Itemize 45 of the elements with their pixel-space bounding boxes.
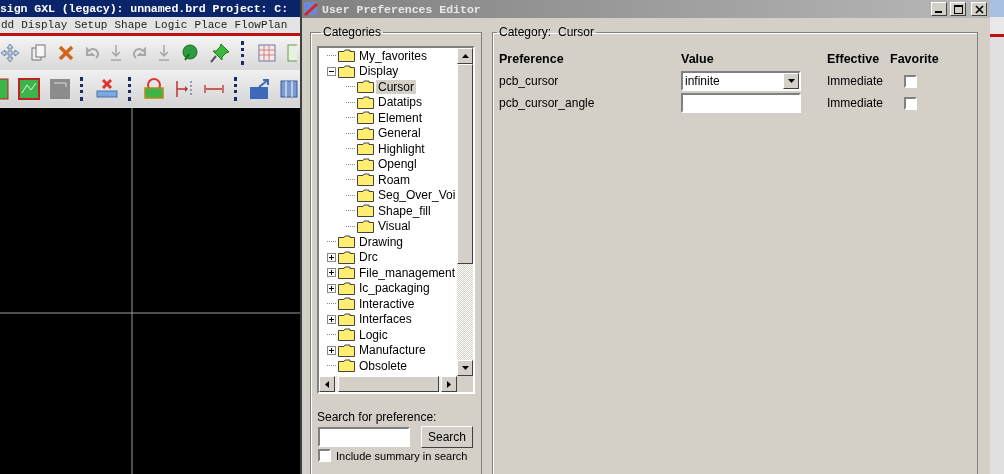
tree-item[interactable]: File_management — [357, 265, 457, 280]
tree-item[interactable]: Logic — [357, 327, 390, 342]
tree-item[interactable]: Cursor — [376, 79, 416, 94]
tree-item[interactable]: Interfaces — [357, 312, 414, 327]
tree-item[interactable]: Seg_Over_Voi — [376, 188, 457, 203]
column-header: Value — [681, 52, 715, 66]
column-header: Favorite — [890, 52, 940, 66]
tree-item[interactable]: General — [376, 126, 423, 141]
search-label: Search for preference: — [317, 410, 438, 424]
tree-item[interactable]: Opengl — [376, 157, 419, 172]
tree-item[interactable]: Shape_fill — [376, 203, 433, 218]
search-button[interactable]: Search — [421, 426, 473, 448]
category-label: Category: — [499, 25, 552, 39]
effective-text: Immediate — [827, 96, 885, 110]
tree-item[interactable]: Drawing — [357, 234, 405, 249]
tree-item[interactable]: Interactive — [357, 296, 417, 311]
menu-item[interactable]: Setup — [74, 19, 108, 31]
checkbox-label: Include summary in search — [336, 449, 468, 462]
preference-name: pcb_cursor — [499, 74, 560, 88]
tree-item[interactable]: Ic_packaging — [357, 281, 432, 296]
window-title: User Preferences Editor — [322, 2, 481, 16]
tree-item[interactable]: My_favorites — [357, 48, 430, 63]
category-name: Cursor — [558, 25, 595, 39]
tree-item[interactable]: Obsolete — [357, 358, 410, 373]
tree-item[interactable]: Highlight — [376, 141, 427, 156]
value-dropdown[interactable]: infinite — [681, 71, 801, 91]
tree-item[interactable]: Visual — [376, 219, 413, 234]
menu-item[interactable]: FlowPlan — [234, 19, 288, 31]
tree-item[interactable]: Roam — [376, 172, 412, 187]
menu-item[interactable]: Place — [194, 19, 228, 31]
tree-item[interactable]: Datatips — [376, 95, 425, 110]
tree-item[interactable]: Manufacture — [357, 343, 428, 358]
menu-item[interactable]: Display — [21, 19, 68, 31]
effective-text: Immediate — [827, 74, 885, 88]
window-title: sign GXL (legacy): unnamed.brd Project: C: — [0, 0, 300, 17]
tree-item[interactable]: Display — [357, 64, 401, 79]
column-header: Effective — [827, 52, 881, 66]
group-label: Categories — [322, 25, 383, 39]
menu-item[interactable]: dd — [1, 19, 15, 31]
menu-item[interactable]: Logic — [154, 19, 188, 31]
preference-name: pcb_cursor_angle — [499, 96, 596, 110]
column-header: Preference — [499, 52, 565, 66]
menu-item[interactable]: Shape — [114, 19, 148, 31]
tree-item[interactable]: Drc — [357, 250, 380, 265]
tree-item[interactable]: Element — [376, 110, 425, 125]
